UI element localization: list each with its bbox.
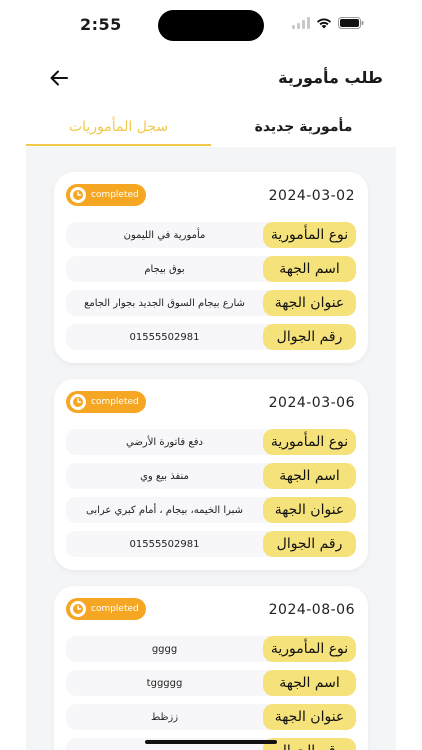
- address-label: عنوان الجهة: [263, 497, 356, 523]
- mission-card[interactable]: completed 2024-03-02 مأمورية في الليمون …: [54, 172, 368, 363]
- address-label: عنوان الجهة: [263, 290, 356, 316]
- back-button[interactable]: [46, 66, 72, 90]
- entity-label: اسم الجهة: [263, 256, 356, 282]
- entity-value: بوق بيجام: [144, 263, 185, 275]
- address-value: ززظط: [150, 711, 179, 723]
- status-text: completed: [91, 604, 139, 614]
- missions-list[interactable]: completed 2024-03-02 مأمورية في الليمون …: [26, 147, 396, 750]
- phone-label: رقم الجوال: [263, 738, 356, 750]
- row-type: دفع فاتورة الأرضي نوع المأمورية: [66, 429, 356, 455]
- tab-bar: سجل المأموريات مأمورية جديدة: [26, 112, 396, 146]
- clock-icon: [70, 187, 86, 203]
- row-entity: منفذ بيع وي اسم الجهة: [66, 463, 356, 489]
- home-indicator[interactable]: [145, 740, 277, 744]
- row-phone: 01555502981 رقم الجوال: [66, 324, 356, 350]
- page-title: طلب مأمورية: [278, 68, 383, 87]
- mission-card[interactable]: completed 2024-08-06 gggg نوع المأمورية …: [54, 586, 368, 750]
- row-address: شبرا الخيمه، بيجام ، أمام كبري عرابى عنو…: [66, 497, 356, 523]
- address-value: شارع بيجام السوق الجديد بجوار الجامع: [84, 297, 245, 309]
- tab-history[interactable]: سجل المأموريات: [26, 112, 211, 146]
- signal-icon: [292, 17, 310, 29]
- type-label: نوع المأمورية: [263, 429, 356, 455]
- type-value: مأمورية في الليمون: [123, 229, 206, 241]
- mission-date: 2024-03-02: [268, 188, 355, 204]
- tab-new-mission[interactable]: مأمورية جديدة: [211, 112, 396, 146]
- entity-value: منفذ بيع وي: [140, 470, 189, 482]
- status-icons: [292, 17, 364, 29]
- status-badge: completed: [66, 184, 146, 206]
- mission-date: 2024-03-06: [268, 395, 355, 411]
- row-entity: بوق بيجام اسم الجهة: [66, 256, 356, 282]
- status-bar: 2:55: [0, 0, 422, 50]
- type-value: دفع فاتورة الأرضي: [126, 436, 203, 448]
- app-header: طلب مأمورية: [0, 58, 422, 98]
- status-badge: completed: [66, 391, 146, 413]
- type-label: نوع المأمورية: [263, 222, 356, 248]
- type-value: gggg: [151, 643, 178, 655]
- phone-value: 01555502981: [129, 331, 200, 343]
- phone-label: رقم الجوال: [263, 324, 356, 350]
- arrow-left-icon: [50, 70, 68, 86]
- phone-label: رقم الجوال: [263, 531, 356, 557]
- mission-card[interactable]: completed 2024-03-06 دفع فاتورة الأرضي ن…: [54, 379, 368, 570]
- mission-date: 2024-08-06: [268, 602, 355, 618]
- address-value: شبرا الخيمه، بيجام ، أمام كبري عرابى: [85, 504, 244, 516]
- battery-icon: [338, 17, 364, 29]
- entity-label: اسم الجهة: [263, 670, 356, 696]
- status-text: completed: [91, 397, 139, 407]
- clock-icon: [70, 601, 86, 617]
- status-badge: completed: [66, 598, 146, 620]
- clock-icon: [70, 394, 86, 410]
- address-label: عنوان الجهة: [263, 704, 356, 730]
- row-phone: 01555502981 رقم الجوال: [66, 531, 356, 557]
- phone-value: 01555502981: [129, 538, 200, 550]
- type-label: نوع المأمورية: [263, 636, 356, 662]
- row-type: مأمورية في الليمون نوع المأمورية: [66, 222, 356, 248]
- entity-label: اسم الجهة: [263, 463, 356, 489]
- row-type: gggg نوع المأمورية: [66, 636, 356, 662]
- dynamic-island: [158, 10, 264, 41]
- entity-value: tggggg: [146, 677, 183, 689]
- status-time: 2:55: [80, 15, 122, 34]
- status-text: completed: [91, 190, 139, 200]
- row-address: شارع بيجام السوق الجديد بجوار الجامع عنو…: [66, 290, 356, 316]
- row-entity: tggggg اسم الجهة: [66, 670, 356, 696]
- wifi-icon: [317, 18, 331, 29]
- row-address: ززظط عنوان الجهة: [66, 704, 356, 730]
